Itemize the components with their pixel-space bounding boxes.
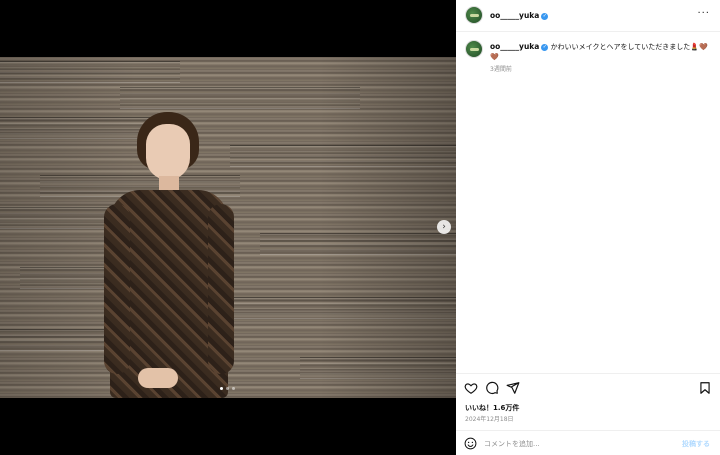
chevron-right-icon: › [442, 222, 446, 232]
comment-bar: 投稿する [456, 430, 720, 455]
caption-text-line: oo_____yuka ✓ かわいいメイクとヘアをしていただきました💄🤎🤎 [490, 42, 712, 62]
comment-icon[interactable] [485, 381, 499, 395]
heart-icon[interactable] [464, 381, 478, 395]
avatar[interactable] [465, 6, 483, 24]
media-panel: › [0, 0, 456, 455]
post-header: oo_____yuka ✓ ··· [456, 0, 720, 32]
emoji-icon[interactable] [464, 437, 477, 450]
carousel-dot [232, 387, 235, 390]
left-arm [104, 204, 130, 374]
likes-count[interactable]: いいね！1.6万件 [465, 403, 519, 413]
verified-icon: ✓ [541, 43, 549, 51]
more-icon[interactable]: ··· [697, 8, 710, 19]
side-panel: oo_____yuka ✓ ··· oo_____yuka ✓ かわいいメイクとヘア… [456, 0, 720, 455]
caption-timestamp[interactable]: 3週間前 [490, 64, 512, 73]
action-section: いいね！1.6万件 2024年12月18日 投稿する [456, 373, 720, 455]
clasped-hands [138, 368, 178, 388]
share-icon[interactable] [506, 381, 520, 395]
caption-avatar[interactable] [465, 40, 483, 58]
header-username[interactable]: oo_____yuka ✓ [490, 11, 549, 20]
post-comment-button[interactable]: 投稿する [682, 439, 710, 449]
woman-figure [104, 112, 234, 398]
caption-username[interactable]: oo_____yuka [490, 42, 539, 51]
comment-input[interactable] [484, 438, 674, 450]
instagram-post-modal: › oo_____yuka ✓ ··· oo_____yuka ✓ かわいいメイクと… [0, 0, 720, 455]
carousel-next-button[interactable]: › [437, 220, 451, 234]
right-arm [208, 204, 234, 374]
carousel-dot [226, 387, 229, 390]
verified-icon: ✓ [541, 12, 549, 20]
carousel-indicator [220, 387, 235, 390]
bookmark-icon[interactable] [698, 381, 712, 395]
post-date: 2024年12月18日 [465, 416, 514, 423]
post-photo[interactable] [0, 57, 456, 398]
face [146, 124, 190, 180]
username-text[interactable]: oo_____yuka [490, 11, 539, 20]
carousel-dot-active [220, 387, 223, 390]
